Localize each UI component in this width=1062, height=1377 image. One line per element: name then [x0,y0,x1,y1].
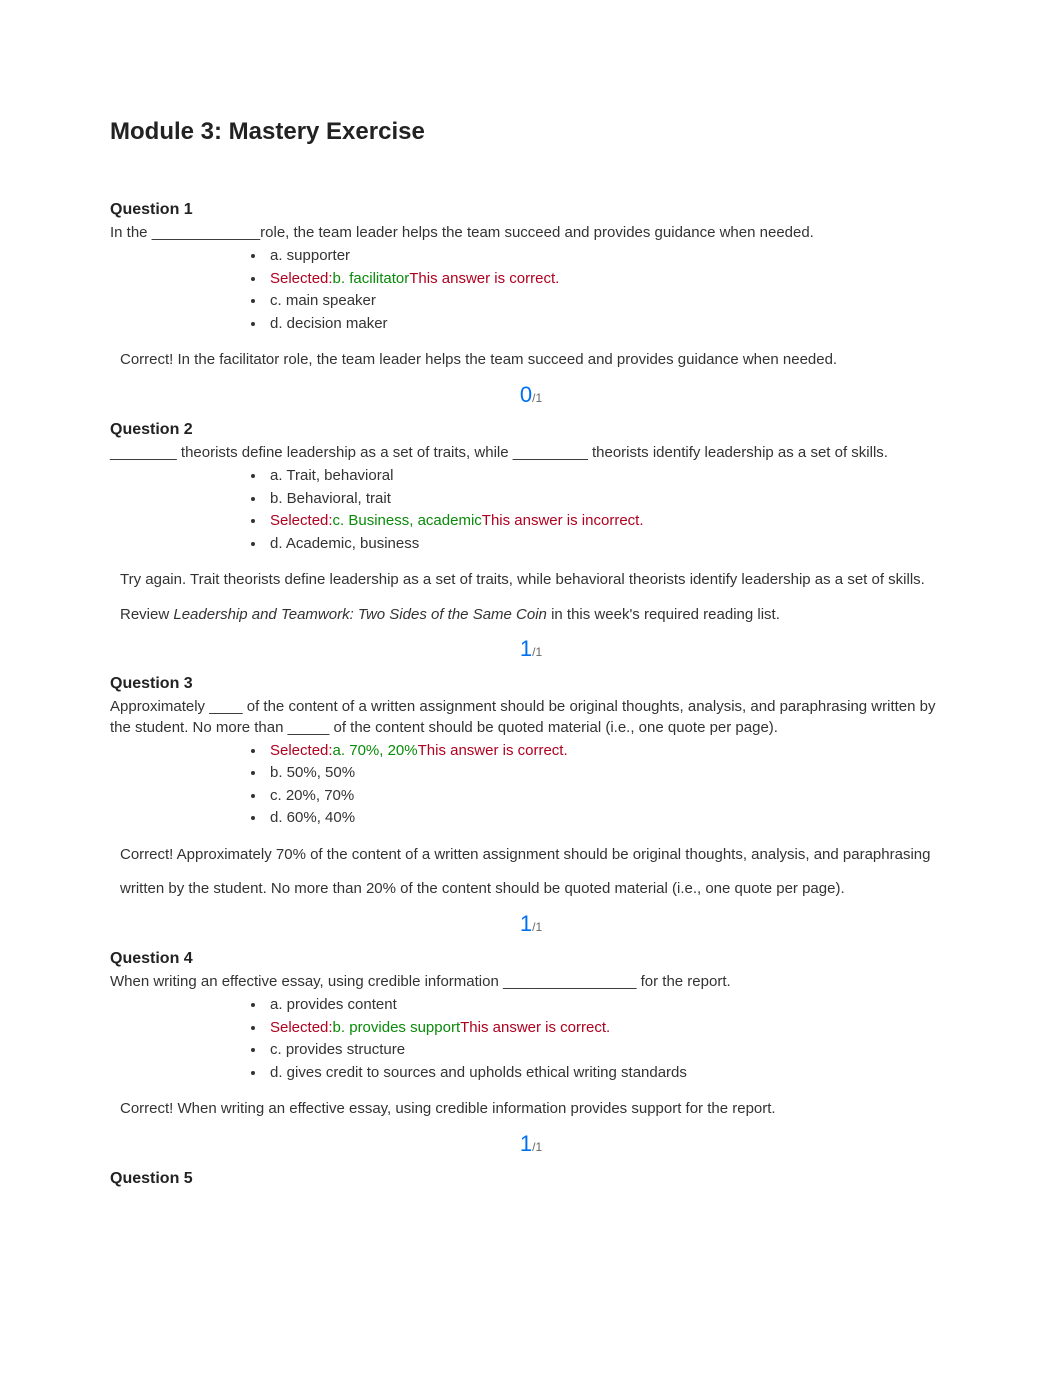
option-list: a. Trait, behavioral b. Behavioral, trait… [110,465,952,555]
option-list: a. supporter Selected:b. facilitatorThis … [110,245,952,335]
question-prompt: When writing an effective essay, using c… [110,972,952,992]
option-item[interactable]: Selected:b. facilitatorThis answer is co… [266,268,952,291]
score-num: 1 [520,911,532,936]
option-item[interactable]: d. decision maker [266,313,952,336]
answer-status: This answer is correct. [460,1019,610,1036]
option-label: c. provides structure [270,1041,405,1058]
feedback-text: Correct! In the facilitator role, the te… [120,343,942,378]
question-block: Question 3Approximately ____ of the cont… [110,673,952,940]
option-item[interactable]: Selected:b. provides supportThis answer … [266,1017,952,1040]
score-denom: /1 [532,1140,542,1154]
question-header: Question 1 [110,199,952,221]
option-item[interactable]: c. main speaker [266,290,952,313]
answer-status: This answer is correct. [418,742,568,759]
questions-list: Question 1In the _____________role, the … [110,199,952,1190]
option-label: a. supporter [270,247,350,264]
score-num: 1 [520,1131,532,1156]
page-container: Module 3: Mastery Exercise Question 1In … [110,115,952,1190]
option-label: d. gives credit to sources and upholds e… [270,1064,687,1081]
option-label: b. Behavioral, trait [270,490,391,507]
option-item[interactable]: b. 50%, 50% [266,762,952,785]
score-display: 1/1 [110,1129,952,1160]
option-item[interactable]: c. provides structure [266,1039,952,1062]
question-prompt: ________ theorists define leadership as … [110,443,952,463]
option-label: a. provides content [270,996,397,1013]
question-block: Question 5 [110,1168,952,1190]
score-denom: /1 [532,391,542,405]
answer-status: This answer is incorrect. [482,512,644,529]
option-label: b. facilitator [333,270,410,287]
feedback-text: Correct! Approximately 70% of the conten… [120,838,942,907]
score-num: 0 [520,382,532,407]
feedback-post: in this week's required reading list. [547,606,780,623]
selected-prefix: Selected: [270,270,333,287]
option-item[interactable]: Selected:c. Business, academicThis answe… [266,510,952,533]
option-item[interactable]: a. Trait, behavioral [266,465,952,488]
option-label: b. provides support [333,1019,461,1036]
feedback-text: Try again. Trait theorists define leader… [120,563,942,632]
option-item[interactable]: a. provides content [266,994,952,1017]
selected-prefix: Selected: [270,1019,333,1036]
option-item[interactable]: b. Behavioral, trait [266,488,952,511]
feedback-text: Correct! When writing an effective essay… [120,1092,942,1127]
option-label: a. 70%, 20% [333,742,418,759]
page-title: Module 3: Mastery Exercise [110,115,952,149]
score-display: 1/1 [110,634,952,665]
option-label: c. Business, academic [333,512,482,529]
score-num: 1 [520,636,532,661]
option-item[interactable]: c. 20%, 70% [266,785,952,808]
option-label: d. 60%, 40% [270,809,355,826]
option-item[interactable]: d. Academic, business [266,533,952,556]
score-denom: /1 [532,920,542,934]
selected-prefix: Selected: [270,512,333,529]
option-item[interactable]: a. supporter [266,245,952,268]
answer-status: This answer is correct. [409,270,559,287]
option-list: Selected:a. 70%, 20%This answer is corre… [110,740,952,830]
option-label: a. Trait, behavioral [270,467,393,484]
question-header: Question 4 [110,948,952,970]
question-prompt: Approximately ____ of the content of a w… [110,697,952,738]
option-label: b. 50%, 50% [270,764,355,781]
score-display: 1/1 [110,909,952,940]
option-label: c. main speaker [270,292,376,309]
score-display: 0/1 [110,380,952,411]
feedback-italic: Leadership and Teamwork: Two Sides of th… [173,606,547,623]
question-header: Question 5 [110,1168,952,1190]
option-item[interactable]: d. gives credit to sources and upholds e… [266,1062,952,1085]
option-label: c. 20%, 70% [270,787,354,804]
selected-prefix: Selected: [270,742,333,759]
option-list: a. provides content Selected:b. provides … [110,994,952,1084]
score-denom: /1 [532,645,542,659]
question-block: Question 4When writing an effective essa… [110,948,952,1160]
option-item[interactable]: d. 60%, 40% [266,807,952,830]
question-header: Question 2 [110,419,952,441]
option-item[interactable]: Selected:a. 70%, 20%This answer is corre… [266,740,952,763]
question-header: Question 3 [110,673,952,695]
option-label: d. decision maker [270,315,388,332]
question-block: Question 2________ theorists define lead… [110,419,952,665]
option-label: d. Academic, business [270,535,419,552]
question-block: Question 1In the _____________role, the … [110,199,952,411]
question-prompt: In the _____________role, the team leade… [110,223,952,243]
